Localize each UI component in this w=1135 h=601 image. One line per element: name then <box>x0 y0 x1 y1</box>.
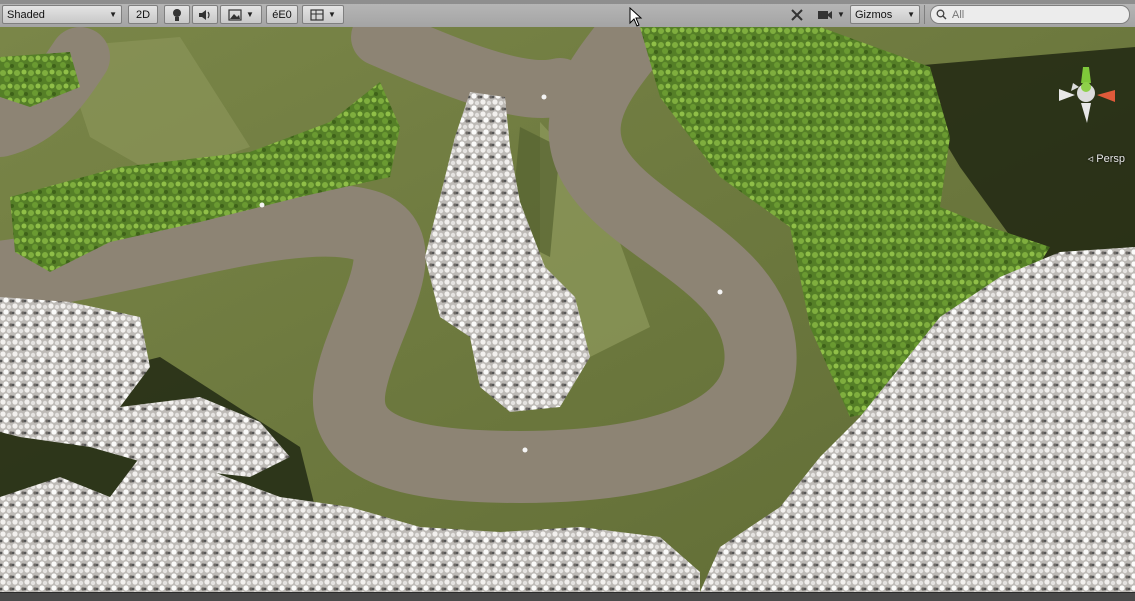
scene-view-toolbar: Shaded ▼ 2D ▼ éE0 ▼ ▼ Gizmos ▼ All <box>0 0 1135 28</box>
shading-mode-dropdown[interactable]: Shaded ▼ <box>2 5 122 24</box>
scene-viewport[interactable]: ◃ Persp <box>0 27 1135 592</box>
gizmos-dropdown[interactable]: Gizmos ▼ <box>850 5 920 24</box>
waypoint-marker[interactable] <box>541 94 547 100</box>
camera-projection-label[interactable]: ◃ Persp <box>1088 152 1125 165</box>
2d-toggle-button[interactable]: 2D <box>128 5 158 24</box>
orientation-gizmo[interactable] <box>1053 65 1117 155</box>
chevron-down-icon: ▼ <box>109 10 117 19</box>
chevron-down-icon: ▼ <box>246 10 254 19</box>
gizmos-label: Gizmos <box>855 8 893 21</box>
terrain-scene[interactable] <box>0 27 1135 592</box>
gizmo-neg-x-axis-cone[interactable] <box>1059 89 1075 101</box>
grid-dropdown[interactable]: ▼ <box>302 5 344 24</box>
waypoint-marker[interactable] <box>259 202 265 208</box>
waypoint-marker[interactable] <box>717 289 723 295</box>
crossed-tools-icon <box>791 8 803 21</box>
audio-toggle-button[interactable] <box>192 5 218 24</box>
lighting-toggle-button[interactable] <box>164 5 190 24</box>
scene-visibility-label: éE0 <box>272 8 292 21</box>
window-tab-strip <box>0 0 1135 4</box>
light-bulb-icon <box>173 8 181 21</box>
camera-settings-dropdown[interactable]: ▼ <box>814 5 848 24</box>
gizmo-y-axis-cap <box>1081 82 1091 92</box>
tools-button[interactable] <box>786 5 808 24</box>
search-icon <box>936 9 947 20</box>
chevron-down-icon: ▼ <box>907 10 915 19</box>
camera-icon <box>818 10 833 19</box>
speaker-icon <box>199 9 210 20</box>
gizmo-y-axis-cone[interactable] <box>1081 67 1091 83</box>
landscape-icon <box>228 8 242 21</box>
chevron-down-icon: ▼ <box>837 10 845 19</box>
effects-dropdown[interactable]: ▼ <box>220 5 262 24</box>
shading-mode-label: Shaded <box>7 8 45 21</box>
waypoint-marker[interactable] <box>522 447 528 453</box>
gizmo-x-axis-cone[interactable] <box>1097 90 1115 102</box>
gizmo-z-axis-cone[interactable] <box>1081 103 1091 123</box>
mouse-cursor-icon <box>629 7 643 27</box>
search-placeholder: All <box>952 8 965 21</box>
2d-toggle-label: 2D <box>135 8 151 21</box>
scene-visibility-toggle[interactable]: éE0 <box>266 5 298 24</box>
chevron-down-icon: ▼ <box>328 10 336 19</box>
toolbar-divider <box>924 5 925 24</box>
hierarchy-search-input[interactable]: All <box>930 5 1130 24</box>
grid-icon <box>310 8 324 21</box>
